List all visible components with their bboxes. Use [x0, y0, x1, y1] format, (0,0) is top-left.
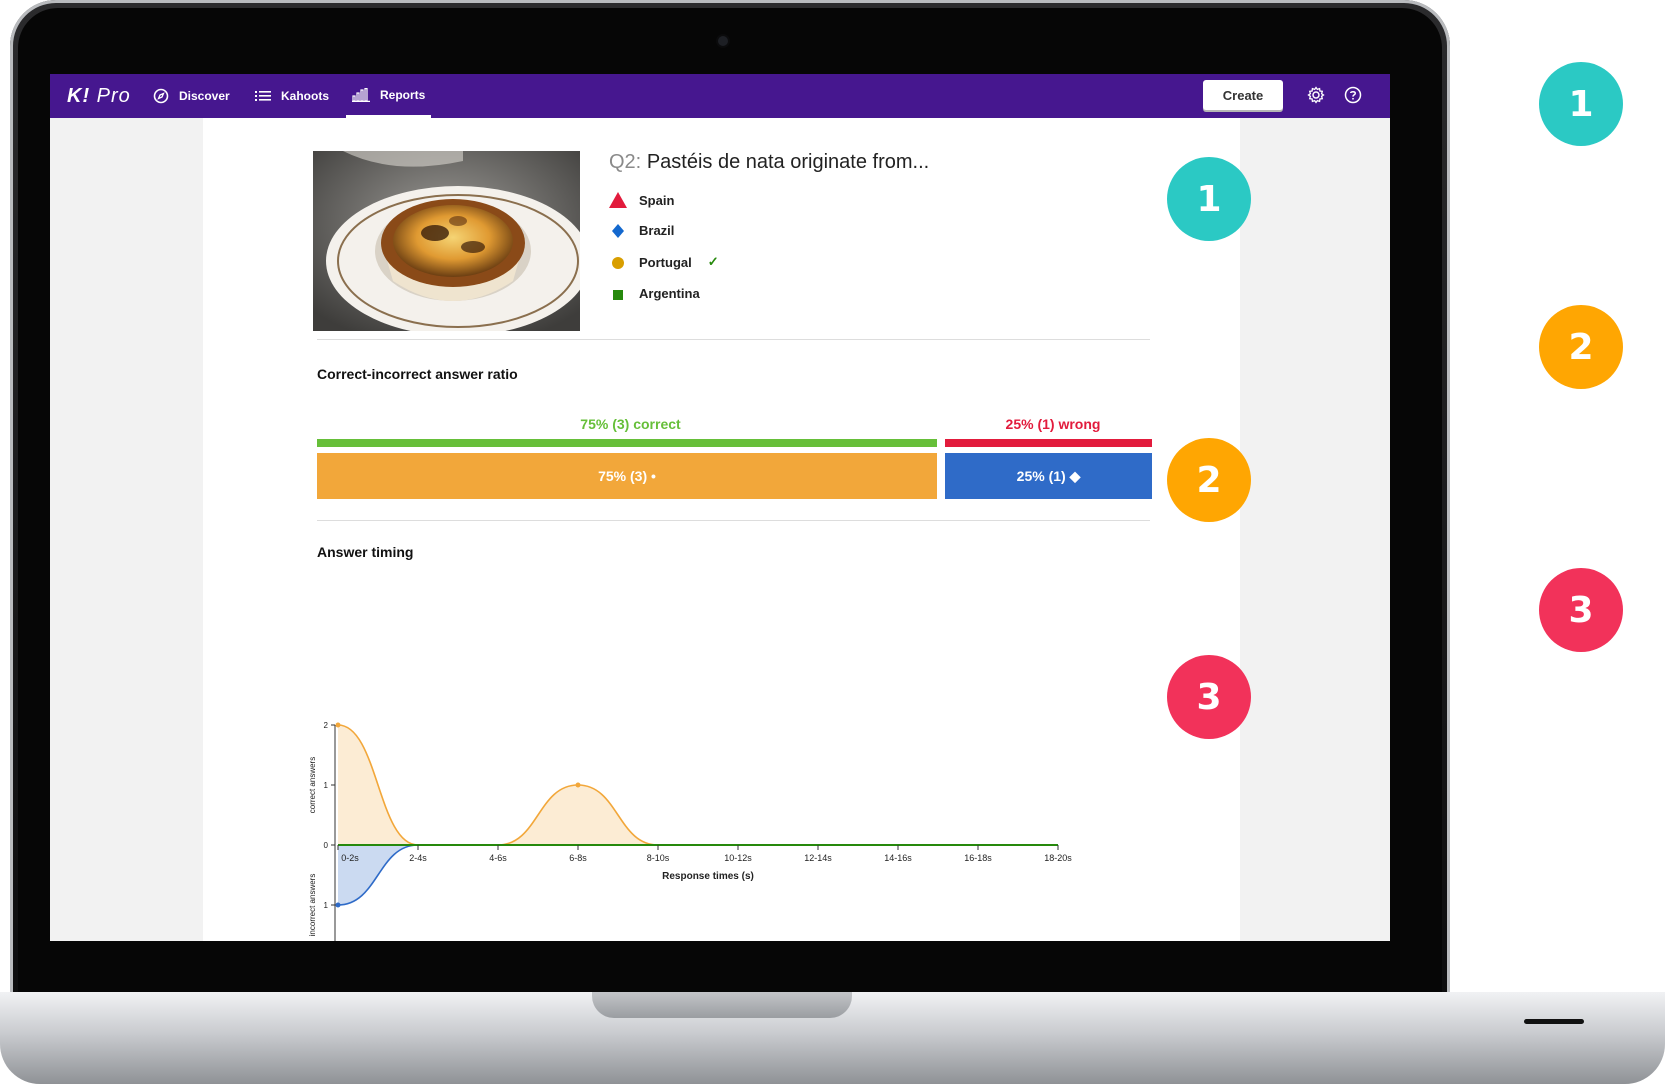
- divider: [317, 520, 1150, 521]
- wrong-ratio-label: 25% (1) wrong: [1005, 416, 1101, 432]
- answer-argentina: Argentina: [609, 285, 700, 301]
- wrong-ratio-bar: [945, 439, 1152, 447]
- x-tick-label: 6-8s: [569, 853, 587, 863]
- checkmark-icon: ✓: [707, 254, 719, 269]
- bar-chart-icon: [352, 87, 370, 102]
- x-tick-label: 18-20s: [1044, 853, 1072, 863]
- answer-spain: Spain: [609, 192, 674, 208]
- logo-mark: K!: [67, 85, 91, 107]
- y-axis-label-incorrect: incorrect answers: [308, 874, 317, 937]
- x-tick-label: 4-6s: [489, 853, 507, 863]
- list-icon: [255, 91, 271, 101]
- y-tick-label: 1: [324, 781, 329, 790]
- x-tick-label: 16-18s: [964, 853, 992, 863]
- correct-ratio-bar: [317, 439, 937, 447]
- marker-3-on-screen: 3: [1167, 655, 1251, 739]
- correct-series-line: [337, 724, 1059, 846]
- answer-brazil: Brazil: [609, 222, 674, 238]
- y-tick-label: 2: [324, 721, 329, 730]
- nav-reports[interactable]: Reports: [346, 74, 432, 118]
- report-content: Q2: Pastéis de nata originate from... Sp…: [203, 118, 1240, 941]
- marker-2: 2: [1539, 305, 1623, 389]
- x-tick-label: 2-4s: [409, 853, 427, 863]
- marker-1-on-screen: 1: [1167, 157, 1251, 241]
- x-tick-label: 14-16s: [884, 853, 912, 863]
- ratio-title: Correct-incorrect answer ratio: [317, 366, 518, 382]
- nav-discover-label: Discover: [179, 89, 230, 103]
- question-image: [313, 151, 580, 331]
- compass-icon: [153, 88, 169, 104]
- top-navbar: K! Pro Discover Kahoots Reports Create: [50, 74, 1390, 118]
- portugal-answer-bar[interactable]: 75% (3) •: [317, 453, 937, 499]
- question-text: Pastéis de nata originate from...: [646, 151, 930, 173]
- answer-label: Spain: [639, 192, 675, 208]
- gear-icon[interactable]: [1307, 86, 1325, 104]
- x-tick-label: 12-14s: [804, 853, 832, 863]
- y-tick-label: 0: [324, 841, 329, 850]
- question-title: Q2: Pastéis de nata originate from...: [609, 151, 929, 174]
- answer-label: Portugal: [639, 254, 692, 270]
- question-number: Q2:: [609, 151, 642, 173]
- answer-label: Argentina: [639, 285, 700, 301]
- marker-1: 1: [1539, 62, 1623, 146]
- correct-point: [335, 722, 341, 728]
- laptop-hinge-notch: [592, 992, 852, 1018]
- x-tick-label: 8-10s: [647, 853, 670, 863]
- triangle-icon: [609, 192, 627, 208]
- webcam: [718, 36, 728, 46]
- app-screen: K! Pro Discover Kahoots Reports Create Q…: [50, 74, 1390, 941]
- y-tick-label: 1: [324, 901, 329, 910]
- kahoot-pro-logo[interactable]: K! Pro: [67, 85, 131, 108]
- incorrect-point: [335, 902, 341, 908]
- y-axis-label-correct: correct answers: [308, 757, 317, 813]
- x-tick-label: 0-2s: [341, 853, 359, 863]
- x-axis-label: Response times (s): [662, 871, 754, 882]
- logo-suffix: Pro: [96, 85, 131, 107]
- help-icon[interactable]: [1344, 86, 1362, 104]
- nav-kahoots[interactable]: Kahoots: [255, 74, 329, 118]
- nav-reports-label: Reports: [380, 87, 426, 102]
- nav-kahoots-label: Kahoots: [281, 89, 329, 103]
- correct-ratio-label: 75% (3) correct: [580, 416, 681, 432]
- diamond-icon: [612, 224, 624, 238]
- marker-2-on-screen: 2: [1167, 438, 1251, 522]
- answer-portugal: Portugal ✓: [609, 254, 719, 270]
- answer-label: Brazil: [639, 222, 675, 238]
- brazil-answer-bar[interactable]: 25% (1) ◆: [945, 453, 1152, 499]
- divider: [317, 339, 1150, 340]
- x-tick-label: 10-12s: [724, 853, 752, 863]
- square-icon: [613, 290, 623, 300]
- correct-point: [575, 782, 581, 788]
- laptop-base-slot: [1524, 1019, 1584, 1024]
- timing-title: Answer timing: [317, 544, 414, 560]
- create-button[interactable]: Create: [1203, 80, 1283, 110]
- nav-discover[interactable]: Discover: [153, 74, 230, 118]
- correct-area: [338, 725, 1058, 845]
- marker-3: 3: [1539, 568, 1623, 652]
- answer-timing-chart: 0-2s 2-4s 4-6s 6-8s 8-10s 10-12s 12-14s 14-16s 1…: [308, 721, 1072, 941]
- circle-icon: [612, 257, 624, 269]
